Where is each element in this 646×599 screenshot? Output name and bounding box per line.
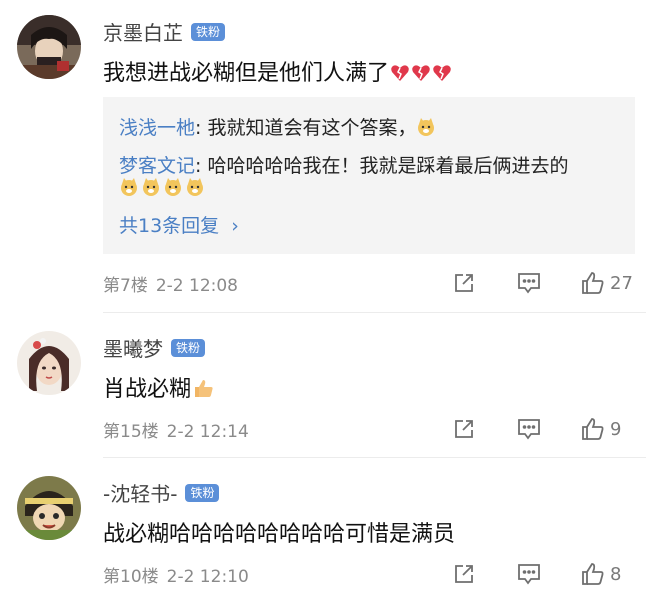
- fan-badge: 铁粉: [191, 22, 226, 41]
- floor-number: 第10楼: [103, 566, 159, 587]
- comment-icon: [518, 564, 540, 585]
- broken-heart-icon: [433, 65, 451, 81]
- share-icon: [455, 565, 473, 583]
- comment-text: 战必糊哈哈哈哈哈哈哈哈可惜是满员: [103, 522, 456, 547]
- floor-number: 第7楼: [103, 275, 148, 296]
- thumbs-up-icon: [582, 272, 604, 294]
- username[interactable]: -沈轻书-: [103, 478, 177, 507]
- comment-content: 战必糊哈哈哈哈哈哈哈哈可惜是满员: [103, 516, 455, 548]
- reply-item[interactable]: 浅浅一杝: 我就知道会有这个答案，: [119, 113, 438, 140]
- reply-separator: :: [195, 117, 208, 139]
- comment-button[interactable]: [516, 271, 542, 295]
- reply-item[interactable]: 梦客文记: 哈哈哈哈哈我在！我就是踩着最后俩进去的: [119, 151, 568, 178]
- avatar[interactable]: [17, 15, 81, 79]
- comment-footer: 第7楼 2-2 12:08 27: [103, 270, 634, 296]
- reply-text: 我就知道会有这个答案，: [207, 117, 417, 139]
- like-count: 8: [610, 563, 622, 585]
- like-button[interactable]: 27: [580, 270, 634, 296]
- doge-emoji-icon: [121, 178, 137, 196]
- comment-time: 2-2 12:10: [166, 566, 249, 587]
- comment-footer: 第10楼 2-2 12:10 8: [103, 561, 634, 587]
- share-button[interactable]: [452, 271, 476, 295]
- like-button[interactable]: 8: [580, 561, 634, 587]
- comment-text: 肖战必糊: [103, 377, 192, 402]
- comment-button[interactable]: [516, 562, 542, 586]
- doge-emoji-icon: [143, 178, 159, 196]
- reply-username[interactable]: 浅浅一杝: [119, 117, 195, 139]
- divider: [103, 457, 646, 458]
- chevron-right-icon: ›: [231, 215, 239, 237]
- comment-icon: [518, 419, 540, 440]
- doge-emoji-icon: [418, 118, 435, 136]
- share-icon: [455, 420, 473, 438]
- thumbs-up-emoji-icon: [195, 380, 213, 397]
- reply-separator: :: [195, 155, 208, 177]
- comment-time: 2-2 12:14: [166, 421, 249, 442]
- reply-username[interactable]: 梦客文记: [119, 155, 195, 177]
- avatar[interactable]: [17, 331, 81, 395]
- thumbs-up-icon: [582, 418, 604, 440]
- share-button[interactable]: [452, 562, 476, 586]
- more-replies-link[interactable]: 共13条回复 ›: [119, 211, 239, 238]
- username[interactable]: 京墨白芷: [103, 17, 183, 46]
- comment-content: 肖战必糊: [103, 371, 217, 403]
- reply-text: 哈哈哈哈哈我在！我就是踩着最后俩进去的: [207, 155, 569, 177]
- comment-button[interactable]: [516, 417, 542, 441]
- reply-preview[interactable]: 浅浅一杝: 我就知道会有这个答案， 梦客文记: 哈哈哈哈哈我在！我就是踩着最后俩…: [103, 97, 635, 254]
- avatar[interactable]: [17, 476, 81, 540]
- like-count: 9: [610, 418, 622, 440]
- fan-badge: 铁粉: [185, 483, 220, 502]
- fan-badge: 铁粉: [171, 338, 206, 357]
- broken-heart-icon: [412, 65, 430, 81]
- doge-emoji-icon: [187, 178, 203, 196]
- username[interactable]: 墨曦梦: [103, 333, 163, 362]
- like-button[interactable]: 9: [580, 416, 634, 442]
- comment-icon: [518, 273, 540, 294]
- broken-heart-icon: [391, 65, 409, 81]
- floor-number: 第15楼: [103, 421, 159, 442]
- comment-text: 我想进战必糊但是他们人满了: [103, 61, 390, 86]
- share-icon: [455, 274, 473, 292]
- comment-time: 2-2 12:08: [155, 275, 238, 296]
- doge-emoji-icon: [165, 178, 181, 196]
- share-button[interactable]: [452, 417, 476, 441]
- reply-emojis: [119, 177, 207, 199]
- comment-content: 我想进战必糊但是他们人满了: [103, 55, 452, 87]
- more-replies-label: 共13条回复: [119, 215, 220, 237]
- like-count: 27: [610, 272, 633, 294]
- comment-footer: 第15楼 2-2 12:14 9: [103, 416, 634, 442]
- divider: [103, 312, 646, 313]
- thumbs-up-icon: [582, 563, 604, 585]
